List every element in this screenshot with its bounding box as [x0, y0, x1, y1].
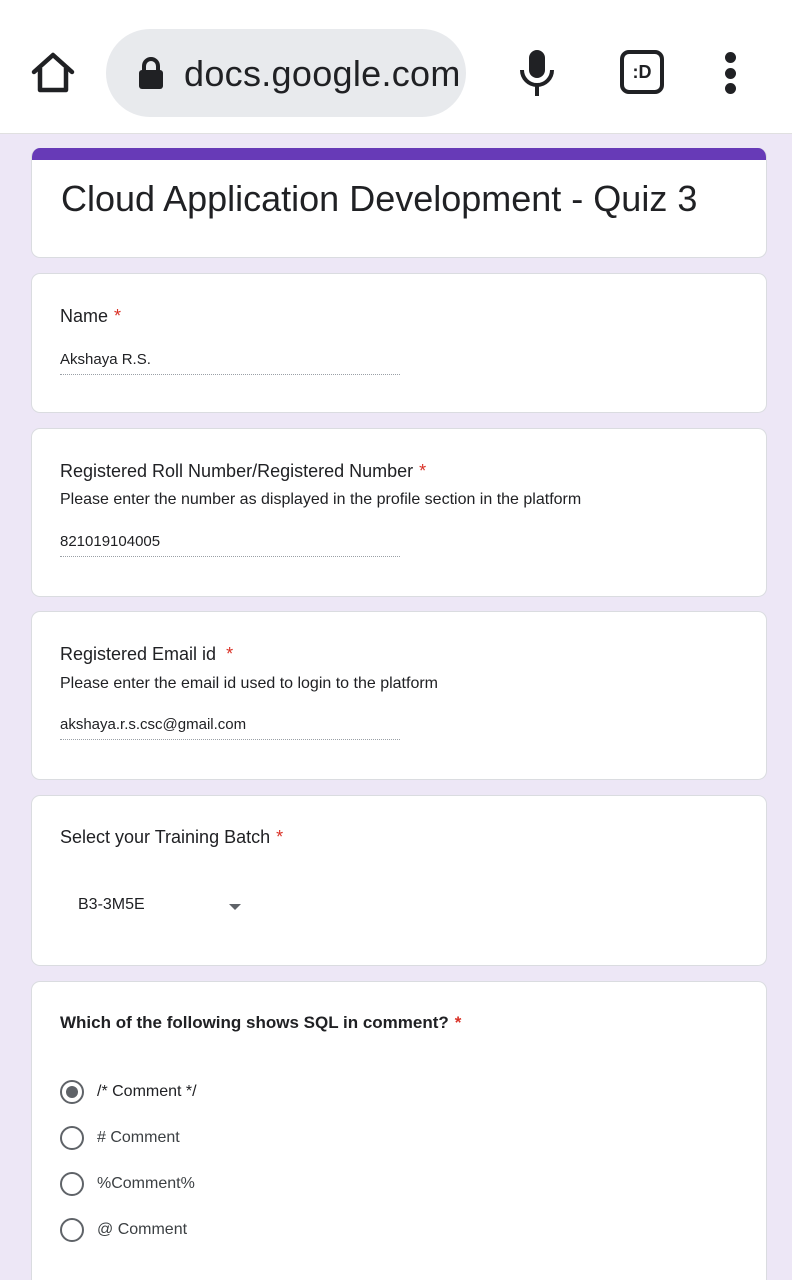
question-card-name: Name * Akshaya R.S. — [31, 273, 767, 413]
question-help-text: Please enter the email id used to login … — [60, 675, 438, 692]
radio-button[interactable] — [60, 1126, 84, 1150]
radio-option[interactable]: /* Comment */ — [60, 1079, 197, 1105]
radio-option-label: /* Comment */ — [97, 1083, 197, 1100]
question-card-batch: Select your Training Batch * B3-3M5E — [31, 795, 767, 966]
address-bar[interactable]: docs.google.com — [106, 29, 466, 117]
microphone-icon[interactable] — [516, 48, 558, 98]
question-card-sql-comment: Which of the following shows SQL in comm… — [31, 981, 767, 1280]
url-text: docs.google.com — [184, 53, 461, 94]
required-asterisk: * — [454, 1013, 462, 1032]
radio-option-label: %Comment% — [97, 1175, 195, 1192]
required-asterisk: * — [114, 306, 122, 326]
browser-toolbar: docs.google.com :D — [0, 0, 792, 134]
radio-option[interactable]: @ Comment — [60, 1217, 187, 1243]
tab-switcher-button[interactable]: :D — [620, 50, 664, 94]
radio-option-label: # Comment — [97, 1129, 180, 1146]
radio-option[interactable]: # Comment — [60, 1125, 180, 1151]
question-card-roll-number: Registered Roll Number/Registered Number… — [31, 428, 767, 597]
question-help-text: Please enter the number as displayed in … — [60, 491, 582, 508]
question-label: Registered Roll Number/Registered Number… — [60, 461, 427, 481]
question-label: Name * — [60, 306, 122, 326]
radio-button-checked[interactable] — [60, 1080, 84, 1104]
form-title: Cloud Application Development - Quiz 3 — [61, 178, 698, 219]
question-label: Which of the following shows SQL in comm… — [60, 1013, 462, 1032]
chevron-down-icon[interactable] — [229, 904, 241, 910]
question-card-email: Registered Email id * Please enter the em… — [31, 611, 767, 780]
header-accent-bar — [32, 148, 766, 160]
question-label: Registered Email id * — [60, 644, 234, 664]
overflow-menu-icon[interactable] — [718, 52, 742, 94]
home-icon[interactable] — [28, 48, 78, 98]
question-label: Select your Training Batch * — [60, 827, 284, 847]
radio-option[interactable]: %Comment% — [60, 1171, 195, 1197]
form-header-card: Cloud Application Development - Quiz 3 — [31, 148, 767, 258]
roll-number-input[interactable]: 821019104005 — [60, 533, 400, 557]
radio-option-label: @ Comment — [97, 1221, 188, 1238]
radio-button[interactable] — [60, 1218, 84, 1242]
required-asterisk: * — [276, 827, 284, 847]
radio-button[interactable] — [60, 1172, 84, 1196]
lock-icon — [136, 56, 166, 90]
required-asterisk: * — [419, 461, 427, 481]
email-input[interactable]: akshaya.r.s.csc@gmail.com — [60, 716, 400, 740]
name-input[interactable]: Akshaya R.S. — [60, 351, 400, 375]
batch-dropdown-value[interactable]: B3-3M5E — [78, 896, 145, 914]
required-asterisk: * — [226, 644, 234, 664]
